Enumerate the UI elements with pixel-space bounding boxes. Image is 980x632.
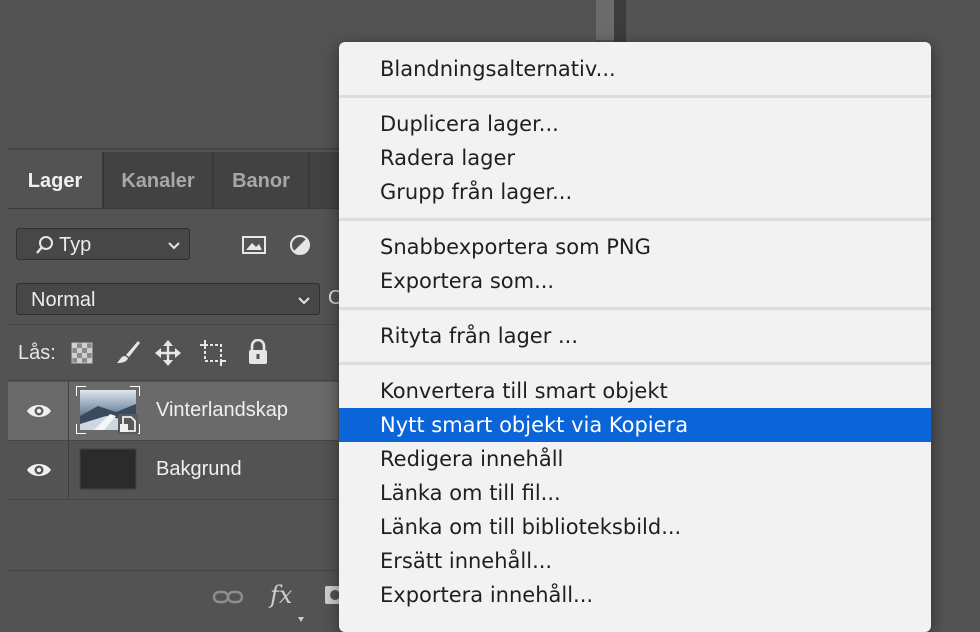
adjustment-filter-icon[interactable]: [288, 233, 312, 262]
tab-lager[interactable]: Lager: [8, 152, 102, 208]
menu-item[interactable]: Nytt smart objekt via Kopiera: [339, 408, 931, 442]
move-icon[interactable]: [154, 339, 182, 372]
menu-separator: [339, 307, 931, 310]
menu-item[interactable]: Exportera innehåll...: [339, 578, 931, 612]
menu-item[interactable]: Ersätt innehåll...: [339, 544, 931, 578]
menu-item[interactable]: Grupp från lager...: [339, 175, 931, 209]
menu-separator: [339, 218, 931, 221]
tab-separator: [308, 152, 310, 208]
column-separator: [68, 382, 69, 440]
layer-thumbnail[interactable]: [76, 445, 140, 493]
visibility-eye-icon[interactable]: [26, 402, 52, 425]
tab-kanaler[interactable]: Kanaler: [104, 152, 212, 208]
column-separator: [68, 441, 69, 499]
layer-row-vinterlandskap[interactable]: Vinterlandskap: [8, 382, 338, 440]
fx-button[interactable]: fx: [270, 581, 292, 609]
menu-item[interactable]: Rityta från lager ...: [339, 319, 931, 353]
brush-icon[interactable]: [114, 338, 142, 371]
chevron-down-icon: [167, 238, 181, 256]
menu-separator: [339, 362, 931, 365]
canvas-scrollbar[interactable]: [596, 0, 614, 40]
layer-context-menu: Blandningsalternativ... Duplicera lager..…: [339, 42, 931, 632]
layer-row-bakgrund[interactable]: Bakgrund: [8, 441, 338, 499]
menu-item[interactable]: Exportera som...: [339, 264, 931, 298]
visibility-eye-icon[interactable]: [26, 461, 52, 484]
link-layers-icon[interactable]: [212, 585, 244, 614]
blend-mode-select[interactable]: Normal: [16, 283, 320, 315]
menu-item[interactable]: Duplicera lager...: [339, 107, 931, 141]
artboard-icon[interactable]: [199, 339, 227, 372]
image-filter-icon[interactable]: [241, 234, 267, 261]
layer-filter-value: Typ: [59, 234, 92, 256]
menu-item[interactable]: Blandningsalternativ...: [339, 52, 931, 86]
menu-separator: [339, 95, 931, 98]
menu-item[interactable]: Redigera innehåll: [339, 442, 931, 476]
lock-icon[interactable]: [246, 338, 270, 370]
layer-filter-select[interactable]: Typ: [16, 228, 190, 260]
lock-transparent-pixels-icon[interactable]: [71, 342, 93, 369]
caret-down-icon: [298, 609, 304, 627]
lock-label: Lås:: [18, 342, 56, 364]
menu-item[interactable]: Radera lager: [339, 141, 931, 175]
chevron-down-icon: [297, 293, 311, 311]
tab-banor[interactable]: Banor: [214, 152, 308, 208]
search-icon: [35, 235, 55, 260]
menu-item[interactable]: Snabbexportera som PNG: [339, 230, 931, 264]
layer-thumbnail-smart-object[interactable]: [75, 385, 141, 435]
menu-item[interactable]: Länka om till fil...: [339, 476, 931, 510]
blend-mode-value: Normal: [31, 289, 96, 311]
layer-name[interactable]: Bakgrund: [156, 458, 242, 481]
menu-item[interactable]: Länka om till biblioteksbild...: [339, 510, 931, 544]
layer-name[interactable]: Vinterlandskap: [156, 399, 288, 422]
divider: [8, 499, 338, 500]
menu-item[interactable]: Konvertera till smart objekt: [339, 374, 931, 408]
